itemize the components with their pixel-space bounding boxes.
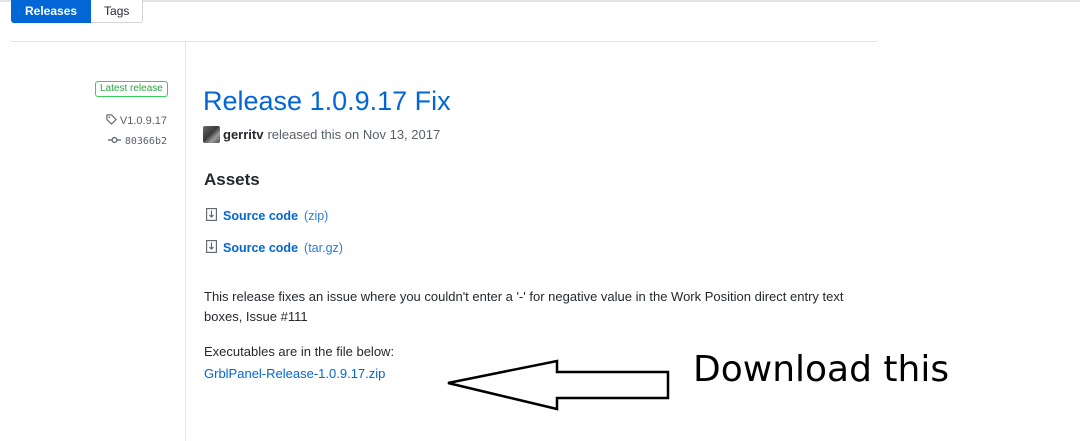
annotation-text: Download this (693, 349, 950, 390)
